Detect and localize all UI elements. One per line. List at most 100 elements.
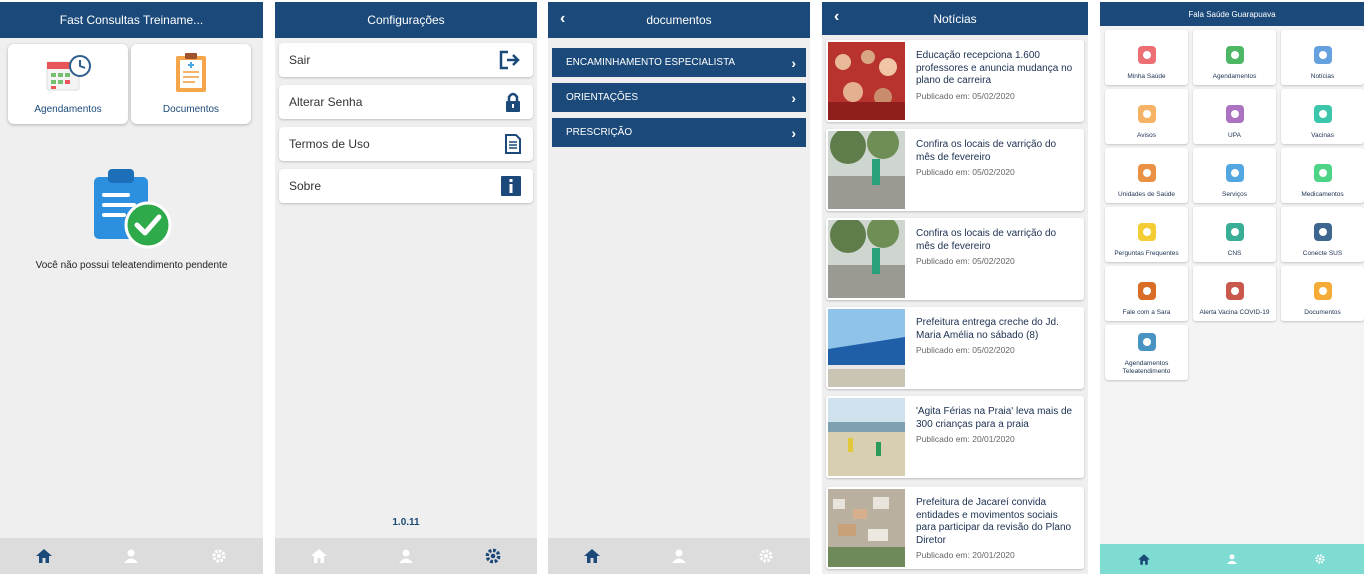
settings-screen: Configurações Sair Alterar Senha Termos … — [275, 2, 537, 574]
news-item[interactable]: Confira os locais de varrição do mês de … — [826, 129, 1084, 211]
grid-tile-label: Avisos — [1136, 132, 1157, 139]
grid-tile[interactable]: Agendamentos — [1193, 30, 1276, 85]
grid-tile-label: Alerta Vacina COVID-19 — [1199, 309, 1270, 316]
news-item[interactable]: Prefeitura entrega creche do Jd. Maria A… — [826, 307, 1084, 389]
doc-item-label: ORIENTAÇÕES — [566, 92, 639, 103]
documents-screen: ‹ documentos ENCAMINHAMENTO ESPECIALISTA… — [548, 2, 810, 574]
news-thumbnail — [828, 309, 905, 387]
grid-tile[interactable]: Alerta Vacina COVID-19 — [1193, 266, 1276, 321]
settings-item-sair[interactable]: Sair — [279, 43, 533, 77]
bottom-nav — [548, 538, 810, 574]
news-item[interactable]: Confira os locais de varrição do mês de … — [826, 218, 1084, 300]
clipboard-icon — [1313, 282, 1332, 300]
grid-tile[interactable]: Fale com a Sara — [1105, 266, 1188, 321]
grid-tile-label: Minha Saúde — [1127, 73, 1166, 80]
page-title: Fala Saúde Guarapuava — [1188, 9, 1276, 19]
user-icon[interactable] — [122, 547, 140, 565]
grid-tile[interactable]: Conecte SUS — [1281, 207, 1364, 262]
tile-documentos[interactable]: Documentos — [131, 44, 251, 124]
news-date: Publicado em: 20/01/2020 — [916, 550, 1015, 560]
home-icon[interactable] — [583, 547, 601, 565]
news-date: Publicado em: 05/02/2020 — [916, 256, 1015, 266]
grid-tile-label: Documentos — [1304, 309, 1341, 316]
card-icon — [1225, 223, 1244, 241]
grid-tile-label: Vacinas — [1311, 132, 1334, 139]
lock-icon — [506, 92, 520, 112]
news-title: Confira os locais de varrição do mês de … — [916, 228, 1057, 252]
calendar-clock-icon — [1137, 333, 1156, 351]
health-unit-icon — [1137, 164, 1156, 182]
document-icon — [505, 134, 521, 154]
hospital-icon — [1225, 105, 1244, 123]
grid-tile[interactable]: Minha Saúde — [1105, 30, 1188, 85]
news-date: Publicado em: 05/02/2020 — [916, 90, 1015, 101]
logout-icon — [499, 50, 520, 70]
settings-item-sobre[interactable]: Sobre — [279, 169, 533, 203]
empty-state-message: Você não possui teleatendimento pendente — [35, 260, 228, 271]
grid-tile[interactable]: Medicamentos — [1281, 148, 1364, 203]
pills-icon — [1313, 164, 1332, 182]
grid-tile-label: Medicamentos — [1301, 191, 1344, 198]
bottom-nav — [1100, 544, 1364, 574]
settings-item-alterar-senha[interactable]: Alterar Senha — [279, 85, 533, 119]
news-item[interactable]: 'Agita Férias na Praia' leva mais de 300… — [826, 396, 1084, 478]
home-icon[interactable] — [35, 547, 53, 565]
doc-item-label: PRESCRIÇÃO — [566, 127, 633, 138]
grid-tile[interactable]: Vacinas — [1281, 89, 1364, 144]
info-icon — [501, 176, 521, 196]
doc-item-prescricao[interactable]: PRESCRIÇÃO › — [552, 118, 806, 147]
gear-icon[interactable] — [757, 547, 775, 565]
grid-tile[interactable]: CNS — [1193, 207, 1276, 262]
tile-agendamentos[interactable]: Agendamentos — [8, 44, 128, 124]
home-screen: Fast Consultas Treiname... Agendamentos … — [0, 2, 263, 574]
grid-tile[interactable]: Documentos — [1281, 266, 1364, 321]
news-thumbnail — [828, 220, 905, 298]
tile-label: Documentos — [162, 104, 220, 115]
settings-item-label: Sair — [289, 53, 311, 67]
grid-tile-label: UPA — [1228, 132, 1241, 139]
grid-tile[interactable]: Notícias — [1281, 30, 1364, 85]
grid-tile[interactable]: Serviços — [1193, 148, 1276, 203]
back-icon[interactable]: ‹ — [834, 8, 839, 26]
grid-tile[interactable]: Unidades de Saúde — [1105, 148, 1188, 203]
home-icon[interactable] — [310, 547, 328, 565]
news-thumbnail — [828, 42, 905, 120]
news-thumbnail — [828, 489, 905, 567]
grid-tile[interactable]: Perguntas Frequentes — [1105, 207, 1188, 262]
calendar-clock-icon — [46, 55, 91, 91]
grid-tile-label: Unidades de Saúde — [1117, 191, 1176, 198]
gear-icon[interactable] — [484, 547, 502, 565]
news-title: Confira os locais de varrição do mês de … — [916, 139, 1057, 163]
doc-item-label: ENCAMINHAMENTO ESPECIALISTA — [566, 57, 736, 68]
user-icon[interactable] — [1223, 550, 1241, 568]
page-title: Configurações — [367, 13, 445, 27]
calendar-icon — [1225, 46, 1244, 64]
syringe-icon — [1313, 105, 1332, 123]
news-thumbnail — [828, 398, 905, 476]
user-icon[interactable] — [397, 547, 415, 565]
doc-item-encaminhamento[interactable]: ENCAMINHAMENTO ESPECIALISTA › — [552, 48, 806, 77]
settings-item-termos[interactable]: Termos de Uso — [279, 127, 533, 161]
grid-tile[interactable]: UPA — [1193, 89, 1276, 144]
clipboard-check-icon — [94, 169, 172, 249]
news-title: Prefeitura de Jacareí convida entidades … — [916, 497, 1072, 546]
news-thumbnail — [828, 131, 905, 209]
gear-icon[interactable] — [1311, 550, 1329, 568]
app-header: Fast Consultas Treiname... — [0, 2, 263, 38]
user-icon[interactable] — [670, 547, 688, 565]
back-icon[interactable]: ‹ — [560, 10, 565, 28]
app-header: ‹ Notícias — [822, 2, 1088, 35]
phone-app-icon — [1313, 223, 1332, 241]
news-date: Publicado em: 05/02/2020 — [916, 345, 1015, 355]
grid-tile-label: Agendamentos — [1212, 73, 1257, 80]
grid-tile-label: Perguntas Frequentes — [1114, 250, 1179, 257]
gear-icon[interactable] — [210, 547, 228, 565]
news-item[interactable]: Prefeitura de Jacareí convida entidades … — [826, 487, 1084, 569]
bottom-nav — [0, 538, 263, 574]
grid-tile[interactable]: Agendamentos Teleatendimento — [1105, 325, 1188, 380]
doc-item-orientacoes[interactable]: ORIENTAÇÕES › — [552, 83, 806, 112]
home-icon[interactable] — [1135, 550, 1153, 568]
news-item[interactable]: Educação recepciona 1.600 professores e … — [826, 40, 1084, 122]
grid-tile[interactable]: Avisos — [1105, 89, 1188, 144]
page-title: documentos — [646, 13, 712, 27]
